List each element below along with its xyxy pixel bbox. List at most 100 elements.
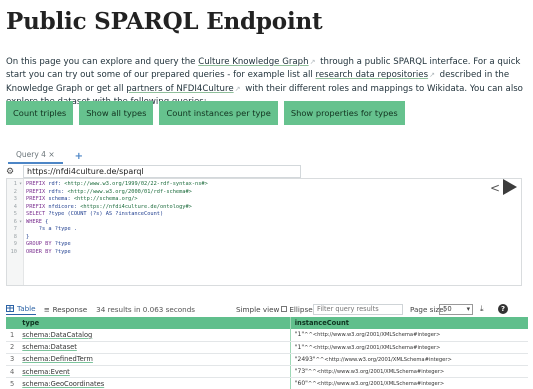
row-index: 5 xyxy=(6,377,19,389)
table-row: 4 schema:Event "73"^^<http://www.w3.org/20… xyxy=(6,365,528,379)
code-line[interactable]: 10 ORDER BY ?type xyxy=(7,249,208,257)
code-term: rdfs: xyxy=(45,188,65,195)
code-line[interactable]: 2 PREFIX rdfs: <http://www.w3.org/2000/01… xyxy=(7,189,208,197)
code-text: WHERE { xyxy=(24,219,48,227)
play-icon[interactable] xyxy=(500,178,518,196)
show-all-types-button[interactable]: Show all types xyxy=(79,101,154,125)
code-keyword: PREFIX xyxy=(26,188,46,195)
type-cell: schema:GeoCoordinates xyxy=(18,377,291,389)
type-cell: schema:Event xyxy=(18,365,291,379)
code-line[interactable]: 9 GROUP BY ?type xyxy=(7,241,208,249)
tab-table-label: Table xyxy=(17,303,36,313)
code-line[interactable]: 6 ▾ WHERE { xyxy=(7,219,208,227)
instancecount-cell: "73"^^<http://www.w3.org/2001/XMLSchema#… xyxy=(289,365,528,379)
code-line[interactable]: 5 SELECT ?type (COUNT (?s) AS ?instanceCo… xyxy=(7,211,208,219)
code-keyword: PREFIX xyxy=(26,196,46,202)
code-uri: <http://schema.org/> xyxy=(70,196,138,202)
tab-response[interactable]: ≡ Response xyxy=(44,305,88,314)
line-number: 1 xyxy=(13,181,17,187)
instancecount-column-header[interactable]: instanceCount xyxy=(289,317,528,329)
code-text: PREFIX rdfs: <http://www.w3.org/2000/01/… xyxy=(24,189,192,197)
code-keyword: PREFIX xyxy=(26,181,46,187)
type-cell: schema:DefinedTerm xyxy=(18,353,291,367)
line-number: 6 xyxy=(13,218,17,225)
tab-label: Query 4 xyxy=(16,150,46,159)
code-text: } xyxy=(24,234,29,242)
tab-table[interactable]: Table xyxy=(6,304,36,315)
row-index: 4 xyxy=(6,365,19,379)
type-link[interactable]: schema:Dataset xyxy=(22,343,77,351)
count-literal: "1" xyxy=(294,343,305,351)
query-tabs: Query 4 × + xyxy=(8,148,83,164)
query-editor[interactable]: 1 ▾ PREFIX rdf: <http://www.w3.org/1999/02… xyxy=(6,178,522,286)
code-term: } xyxy=(26,233,30,240)
type-link[interactable]: schema:DefinedTerm xyxy=(22,355,93,363)
page-title: Public SPARQL Endpoint xyxy=(6,8,323,35)
view-options: Simple view Ellipse xyxy=(236,305,321,314)
code-line[interactable]: 8} xyxy=(7,234,208,242)
chevron-down-icon: ▾ xyxy=(466,304,470,313)
help-icon[interactable]: ? xyxy=(498,304,508,314)
show-properties-for-types-button[interactable]: Show properties for types xyxy=(283,101,405,125)
intro-text-part: On this page you can explore and query t… xyxy=(6,57,199,67)
code-text: SELECT ?type (COUNT (?s) AS ?instanceCou… xyxy=(24,211,163,219)
table-header-row: type instanceCount xyxy=(6,317,528,329)
code-line[interactable]: 7 ?s a ?type . xyxy=(7,226,208,234)
table-row: 3 schema:DefinedTerm "2493"^^<http://www.w… xyxy=(6,353,528,367)
page-size-select[interactable]: 50 ▾ xyxy=(439,303,473,315)
count-triples-button[interactable]: Count triples xyxy=(6,101,74,125)
count-literal: "73" xyxy=(294,368,308,376)
filter-results-input[interactable] xyxy=(313,303,403,315)
table-row: 1 schema:DataCatalog "1"^^<http://www.w3.o… xyxy=(6,329,528,342)
culture-knowledge-graph-link[interactable]: Culture Knowledge Graph xyxy=(198,57,308,67)
simple-view-checkbox[interactable] xyxy=(281,306,288,312)
tab-query-4[interactable]: Query 4 × xyxy=(8,148,63,164)
type-link[interactable]: schema:GeoCoordinates xyxy=(22,380,104,388)
type-link[interactable]: schema:DataCatalog xyxy=(22,331,92,339)
results-toolbar: Table ≡ Response 34 results in 0.063 sec… xyxy=(6,302,528,316)
type-cell: schema:DataCatalog xyxy=(18,329,291,342)
code-keyword: PREFIX xyxy=(26,203,46,210)
simple-view-label: Simple view xyxy=(236,304,280,314)
download-icon[interactable]: ⤓ xyxy=(480,304,484,314)
results-summary: 34 results in 0.063 seconds xyxy=(96,304,196,314)
code-term: schema: xyxy=(45,196,71,202)
code-text: ?s a ?type . xyxy=(24,226,77,234)
code-lines[interactable]: 1 ▾ PREFIX rdf: <http://www.w3.org/1999/02… xyxy=(7,181,208,256)
instancecount-cell: "2493"^^<http://www.w3.org/2001/XMLSchem… xyxy=(289,353,528,367)
code-term: { xyxy=(41,218,49,225)
instancecount-cell: "1"^^<http://www.w3.org/2001/XMLSchema#i… xyxy=(289,329,528,342)
code-term: ?type xyxy=(51,248,71,255)
code-keyword: WHERE xyxy=(26,218,42,225)
table-icon xyxy=(6,304,14,312)
count-instances-per-type-button[interactable]: Count instances per type xyxy=(159,101,278,125)
close-tab-icon[interactable]: × xyxy=(48,150,54,159)
instancecount-cell: "1"^^<http://www.w3.org/2001/XMLSchema#i… xyxy=(289,341,528,354)
tab-response-label: Response xyxy=(52,304,88,314)
type-column-header[interactable]: type xyxy=(18,317,291,329)
code-term: rdf: xyxy=(45,181,62,187)
code-term: ?type (COUNT (?s) AS ?instanceCount) xyxy=(45,211,164,217)
code-term: ?type xyxy=(51,241,71,247)
index-column-header xyxy=(6,317,19,329)
code-text: PREFIX rdf: <http://www.w3.org/1999/02/2… xyxy=(24,181,208,189)
code-line[interactable]: 3 PREFIX schema: <http://schema.org/> xyxy=(7,196,208,204)
code-keyword: GROUP BY xyxy=(26,241,52,247)
gear-icon[interactable]: ⚙ xyxy=(6,167,18,177)
type-link[interactable]: schema:Event xyxy=(22,368,70,376)
partners-link[interactable]: partners of NFDI4Culture xyxy=(126,84,233,94)
research-data-repositories-link[interactable]: research data repositories xyxy=(316,70,429,80)
external-link-icon: ↗ xyxy=(309,58,316,66)
line-number: 2 xyxy=(13,188,17,195)
line-number: 7 xyxy=(13,226,17,232)
endpoint-input[interactable] xyxy=(23,165,301,178)
add-tab-button[interactable]: + xyxy=(75,151,83,162)
code-line[interactable]: 1 ▾ PREFIX rdf: <http://www.w3.org/1999/02… xyxy=(7,181,208,189)
table-row: 5 schema:GeoCoordinates "60"^^<http://www.… xyxy=(6,377,528,389)
share-icon[interactable]: < xyxy=(490,181,500,195)
ellipse-label: Ellipse xyxy=(289,304,313,314)
table-row: 2 schema:Dataset "1"^^<http://www.w3.org/2… xyxy=(6,341,528,354)
code-line[interactable]: 4 PREFIX nfdicore: <https://nfdi4culture.… xyxy=(7,204,208,212)
line-number: 5 xyxy=(13,211,17,217)
code-term: ?s a ?type . xyxy=(26,226,78,232)
